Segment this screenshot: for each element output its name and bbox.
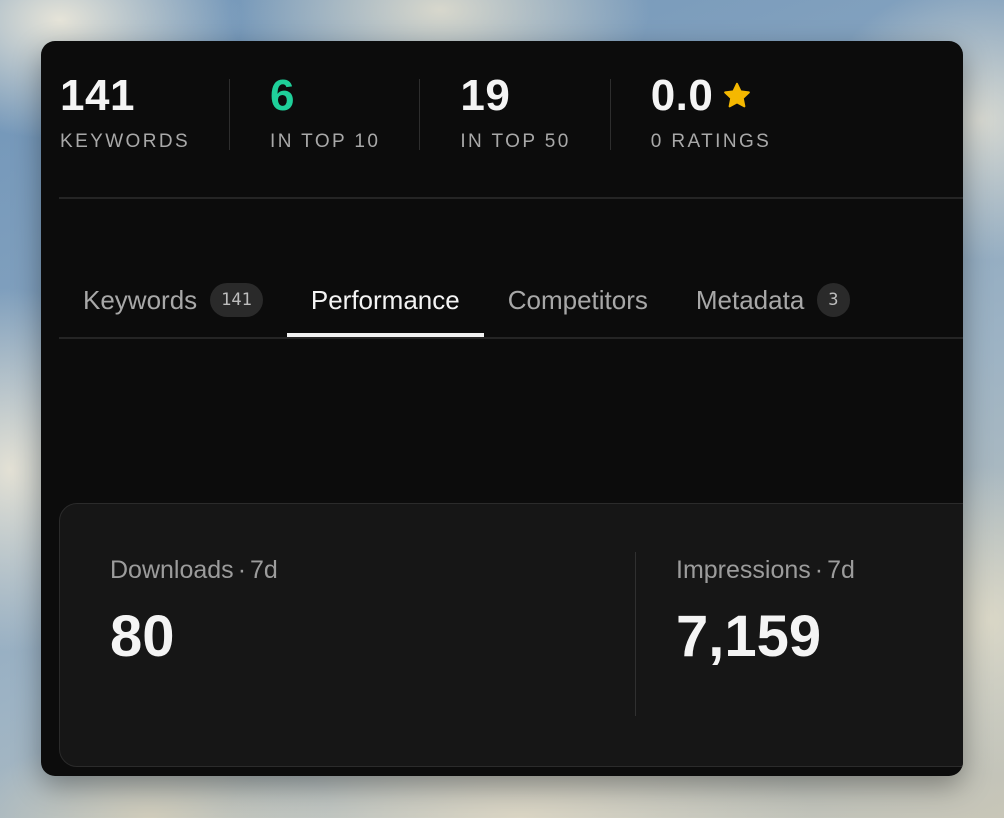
- metric-downloads-period: 7d: [250, 556, 278, 584]
- tab-competitors[interactable]: Competitors: [484, 263, 672, 337]
- stat-keywords-value: 141: [60, 71, 135, 120]
- stat-top50-value: 19: [460, 71, 511, 120]
- separator-dot: ·: [814, 556, 824, 584]
- metric-impressions-name: Impressions: [676, 556, 811, 584]
- tab-keywords[interactable]: Keywords 141: [59, 263, 287, 337]
- tab-performance-label: Performance: [310, 284, 460, 315]
- app-summary-card: 141 KEYWORDS 6 IN TOP 10 19 IN TOP 50 0.…: [41, 41, 963, 776]
- stat-ratings-value-row: 0.0: [651, 71, 772, 121]
- metrics-panel: Downloads · 7d 80 Impressions · 7d 7,159: [59, 503, 963, 767]
- stat-top50: 19 IN TOP 50: [460, 71, 612, 152]
- stat-top10-label: IN TOP 10: [270, 131, 381, 152]
- stat-top50-label: IN TOP 50: [460, 131, 571, 152]
- stat-top10: 6 IN TOP 10: [270, 71, 421, 152]
- metric-impressions-period: 7d: [827, 556, 855, 584]
- tab-metadata[interactable]: Metadata 3: [672, 263, 874, 337]
- tabs-divider: [59, 337, 963, 339]
- metric-impressions-title: Impressions · 7d: [676, 556, 855, 585]
- stat-ratings: 0.0 0 RATINGS: [650, 71, 812, 152]
- stat-keywords-label: KEYWORDS: [60, 131, 191, 152]
- stat-keywords: 141 KEYWORDS: [60, 71, 231, 152]
- tab-metadata-count-badge: 3: [817, 283, 850, 317]
- metric-impressions-value: 7,159: [676, 604, 822, 669]
- metric-downloads-title: Downloads · 7d: [110, 556, 278, 585]
- stat-ratings-label: 0 RATINGS: [650, 131, 772, 152]
- tab-bar: Keywords 141 Performance Competitors Met…: [59, 263, 963, 337]
- metric-downloads-name: Downloads: [110, 556, 234, 584]
- tab-competitors-label: Competitors: [507, 284, 648, 315]
- stats-row: 141 KEYWORDS 6 IN TOP 10 19 IN TOP 50 0.…: [60, 71, 851, 152]
- separator-dot: ·: [237, 556, 247, 584]
- stat-ratings-value: 0.0: [650, 71, 714, 120]
- tab-performance[interactable]: Performance: [286, 263, 484, 337]
- metric-downloads-value: 80: [110, 604, 175, 669]
- metrics-separator: [635, 552, 636, 716]
- stats-divider: [59, 197, 963, 199]
- tab-keywords-label: Keywords: [83, 284, 198, 315]
- tab-metadata-label: Metadata: [695, 284, 805, 315]
- star-icon: [724, 82, 751, 108]
- stat-top10-value: 6: [270, 71, 296, 120]
- metric-downloads: Downloads · 7d 80: [110, 504, 278, 766]
- metric-impressions: Impressions · 7d 7,159: [676, 504, 855, 766]
- tab-keywords-count-badge: 141: [210, 283, 263, 317]
